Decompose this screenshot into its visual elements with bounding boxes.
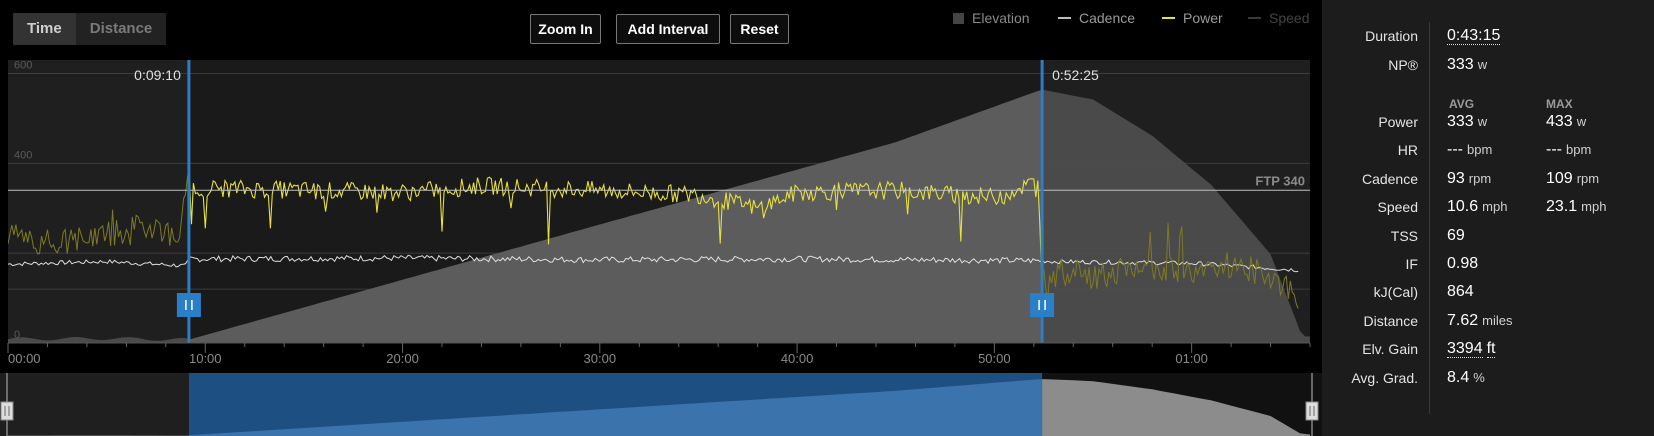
duration-value[interactable]: 0:43:15 [1447,27,1501,45]
stat-max-value: 433 w [1546,113,1587,130]
stat-label-speed: Speed [1377,199,1418,215]
y-tick-label: 400 [14,149,32,161]
x-tick-label: 00:00 [8,351,41,366]
interval-end-label: 0:52:25 [1052,67,1099,83]
stat-avg-value[interactable]: 3394 ft [1447,340,1496,358]
stat-avg-value: 0.98 [1447,255,1479,272]
stat-max-value: 109 rpm [1546,170,1600,187]
stat-avg-value: 93 rpm [1447,170,1492,187]
avg-column-header: AVG [1449,97,1475,111]
stat-avg-value: 10.6 mph [1447,198,1508,215]
x-tick-label: 10:00 [189,351,222,366]
np-value: 333 w [1447,56,1488,73]
interval-start-label: 0:09:10 [134,67,181,83]
navigator-right-handle[interactable] [1305,401,1319,421]
stat-label-cadence: Cadence [1361,171,1418,187]
interval-start-handle[interactable] [176,293,201,317]
stat-max-value: 23.1 mph [1546,198,1607,215]
stat-label-distance: Distance [1363,313,1418,329]
stat-label-power: Power [1378,114,1418,130]
navigator-left-handle[interactable] [0,401,14,421]
x-tick-label: 30:00 [584,351,617,366]
chart-panel: Time Distance Zoom In Add Interval Reset… [0,0,1322,436]
stat-label-avg-grad-: Avg. Grad. [1351,370,1418,386]
stat-avg-value: 69 [1447,227,1465,244]
y-tick-label: 600 [14,59,32,71]
stat-label-if: IF [1405,256,1418,272]
x-tick-label: 50:00 [978,351,1011,366]
navigator-dim-left [0,373,189,436]
stat-label-elv-gain: Elv. Gain [1362,341,1418,357]
stat-avg-value: --- bpm [1447,141,1493,158]
stats-panel: Duration 0:43:15 NP® 333 w AVG MAX Power 3… [1322,0,1654,436]
stat-label-tss: TSS [1390,228,1418,244]
stat-avg-value: 864 [1447,283,1474,300]
x-tick-label: 20:00 [386,351,419,366]
stat-label-hr: HR [1397,142,1418,158]
np-label: NP® [1388,57,1418,73]
stat-label-kj-cal-: kJ(Cal) [1373,284,1418,300]
unselected-region-left [8,60,189,343]
x-tick-label: 40:00 [781,351,814,366]
stat-max-value: --- bpm [1546,141,1592,158]
workout-chart[interactable]: 0400600 FTP 340 0:09:10 0:52:2500:00 10:00… [0,0,1322,436]
stat-avg-value: 8.4% [1447,369,1485,386]
stats-divider [1429,22,1430,414]
x-tick-label: 01:00 [1175,351,1208,366]
stat-avg-value: 7.62 miles [1447,312,1513,329]
ftp-label: FTP 340 [1255,173,1305,188]
max-column-header: MAX [1546,97,1573,111]
stat-avg-value: 333 w [1447,113,1488,130]
interval-end-handle[interactable] [1030,293,1055,317]
duration-label: Duration [1365,28,1418,44]
